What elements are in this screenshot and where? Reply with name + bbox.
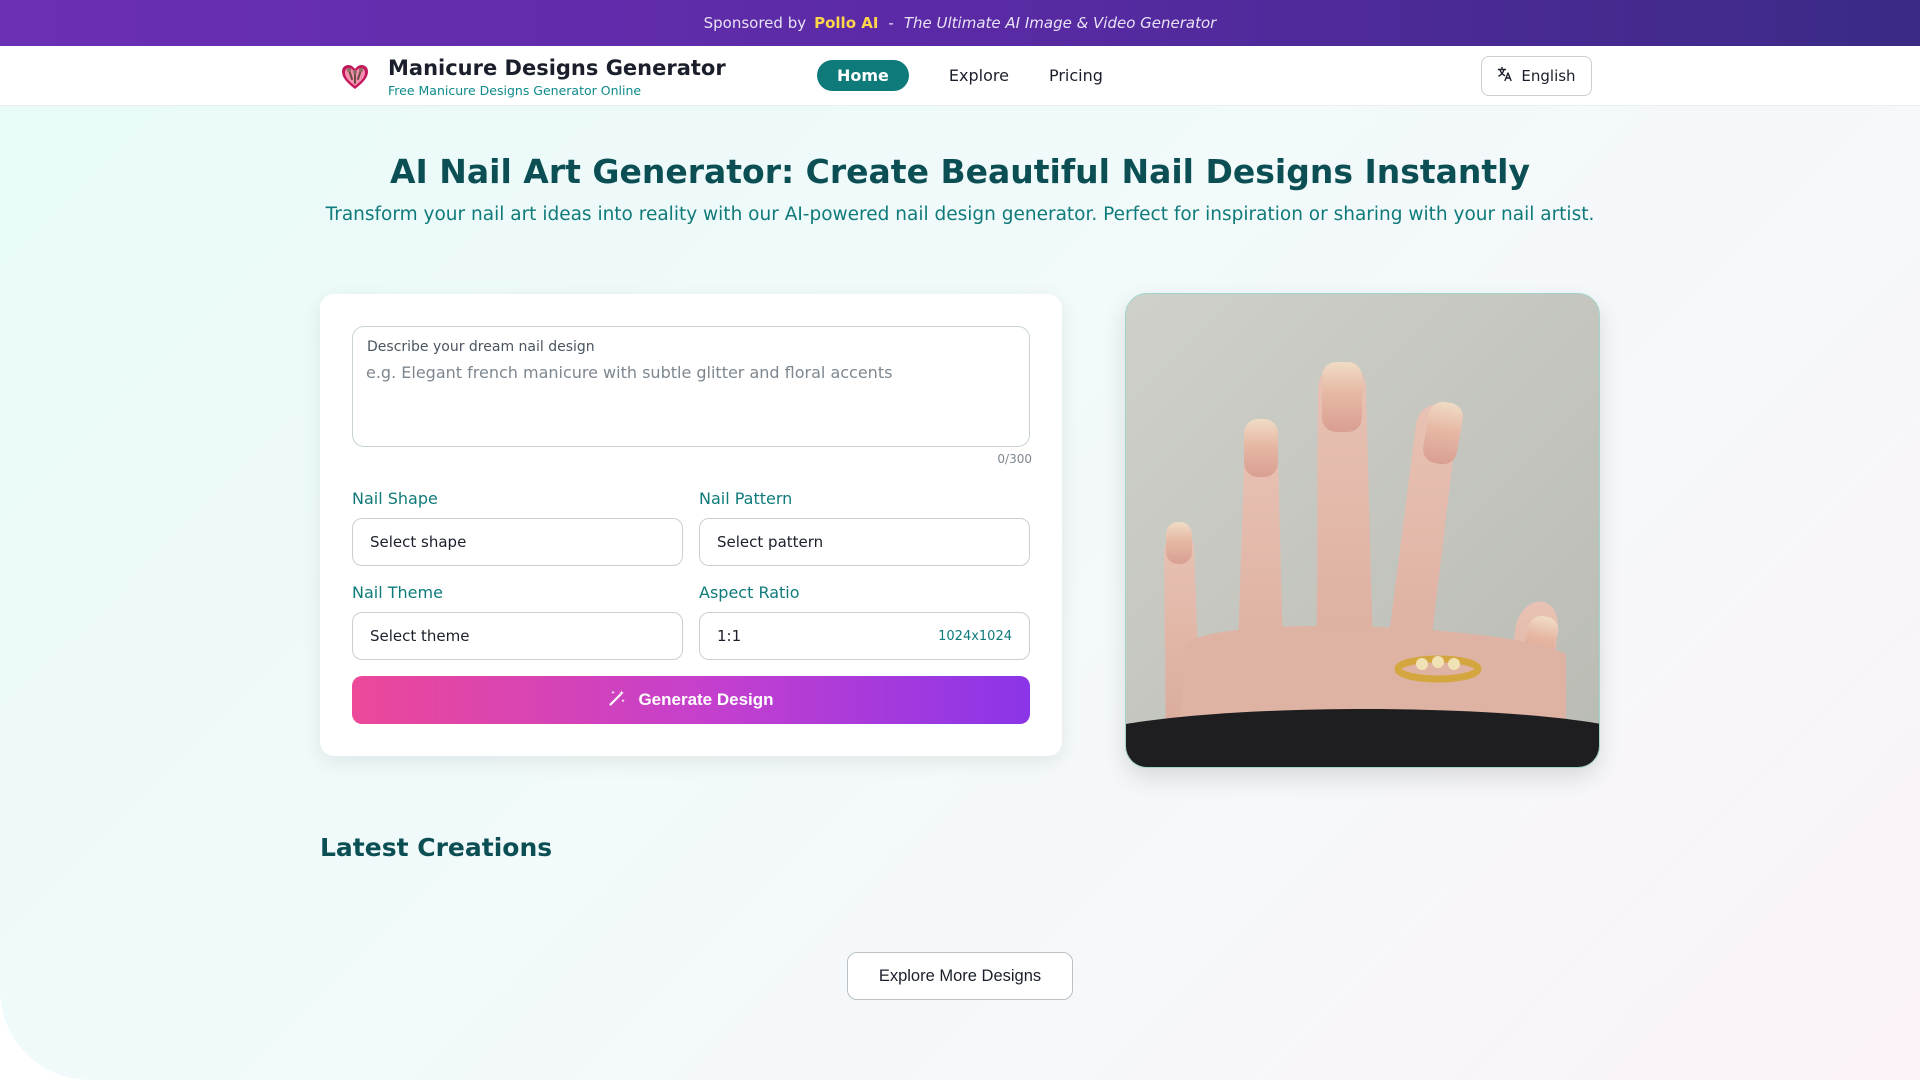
sponsor-bar: Sponsored by Pollo AI - The Ultimate AI … — [0, 0, 1920, 46]
aspect-ratio-size: 1024x1024 — [938, 628, 1012, 644]
nav-pricing[interactable]: Pricing — [1029, 60, 1123, 91]
nail-shape-value: Select shape — [370, 533, 467, 551]
page-title: AI Nail Art Generator: Create Beautiful … — [389, 152, 1530, 191]
aspect-ratio-select[interactable]: 1:1 1024x1024 — [699, 612, 1030, 660]
nail-shape-label: Nail Shape — [352, 489, 438, 508]
language-label: English — [1521, 67, 1576, 85]
design-form-card: Describe your dream nail design 0/300 Na… — [320, 294, 1062, 756]
generate-design-button[interactable]: Generate Design — [352, 676, 1030, 724]
nail-pattern-select[interactable]: Select pattern — [699, 518, 1030, 566]
nail-shape-select[interactable]: Select shape — [352, 518, 683, 566]
site-header: Manicure Designs Generator Free Manicure… — [0, 46, 1920, 106]
site-title[interactable]: Manicure Designs Generator — [388, 56, 726, 80]
nail-pattern-label: Nail Pattern — [699, 489, 793, 508]
sponsor-prefix: Sponsored by — [703, 14, 807, 32]
site-subtitle: Free Manicure Designs Generator Online — [388, 83, 642, 98]
heart-nail-logo-icon[interactable] — [340, 62, 370, 92]
latest-creations-heading: Latest Creations — [320, 833, 553, 862]
language-button[interactable]: English — [1481, 56, 1592, 96]
nav-home[interactable]: Home — [817, 60, 909, 91]
nail-pattern-value: Select pattern — [717, 533, 824, 551]
explore-more-designs-button[interactable]: Explore More Designs — [847, 952, 1073, 1000]
magic-wand-icon — [608, 689, 626, 712]
aspect-ratio-label: Aspect Ratio — [699, 583, 800, 602]
page-subtitle: Transform your nail art ideas into reali… — [325, 204, 1595, 225]
generate-design-label: Generate Design — [638, 690, 774, 709]
preview-image — [1125, 293, 1600, 768]
prompt-field[interactable]: Describe your dream nail design — [352, 326, 1030, 447]
prompt-label: Describe your dream nail design — [367, 339, 595, 355]
main-nav: Home Explore Pricing — [817, 60, 1123, 91]
translate-icon — [1497, 66, 1513, 86]
sponsor-tagline: The Ultimate AI Image & Video Generator — [903, 14, 1217, 32]
nail-theme-select[interactable]: Select theme — [352, 612, 683, 660]
nav-explore[interactable]: Explore — [929, 60, 1029, 91]
sponsor-brand-link[interactable]: Pollo AI — [814, 14, 878, 32]
sponsor-separator: - — [888, 14, 894, 32]
nail-theme-value: Select theme — [370, 627, 470, 645]
char-count: 0/300 — [997, 452, 1032, 466]
prompt-input[interactable] — [366, 363, 1016, 433]
aspect-ratio-value: 1:1 — [717, 627, 742, 645]
nail-theme-label: Nail Theme — [352, 583, 443, 602]
